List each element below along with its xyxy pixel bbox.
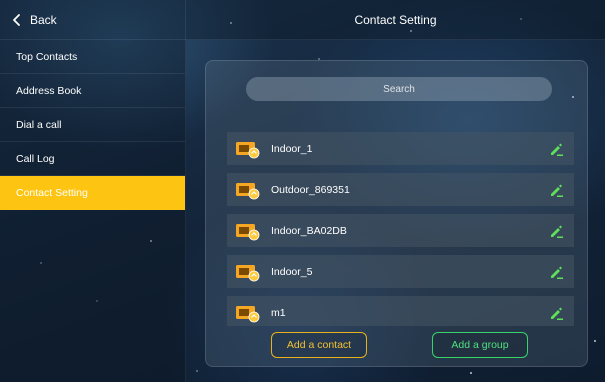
sidebar-item-dial-a-call[interactable]: Dial a call (0, 108, 185, 142)
contact-row[interactable]: Indoor_5 (227, 255, 574, 288)
contact-name: Indoor_BA02DB (271, 224, 347, 237)
top-bar: Back Contact Setting (0, 0, 605, 40)
add-contact-button[interactable]: Add a contact (271, 332, 367, 358)
edit-pencil-icon[interactable] (548, 264, 564, 280)
sidebar-item-contact-setting[interactable]: Contact Setting (0, 176, 185, 210)
contact-row[interactable]: Indoor_BA02DB (227, 214, 574, 247)
indoor-monitor-icon (236, 141, 260, 158)
sidebar: Top Contacts Address Book Dial a call Ca… (0, 40, 186, 382)
search-placeholder: Search (383, 83, 415, 95)
back-label: Back (30, 13, 57, 27)
contact-row[interactable]: Outdoor_869351 (227, 173, 574, 206)
contact-name: m1 (271, 306, 286, 319)
search-input[interactable]: Search (246, 77, 552, 101)
add-group-button[interactable]: Add a group (432, 332, 528, 358)
contact-settings-panel: Search Indoor_1 Outdoor_869351 Indoor_BA… (205, 60, 588, 367)
page-title: Contact Setting (354, 13, 437, 27)
contact-row[interactable]: m1 (227, 296, 574, 326)
contact-name: Indoor_5 (271, 265, 313, 278)
indoor-monitor-icon (236, 264, 260, 281)
edit-pencil-icon[interactable] (548, 223, 564, 239)
sidebar-item-top-contacts[interactable]: Top Contacts (0, 40, 185, 74)
contact-name: Indoor_1 (271, 142, 313, 155)
sidebar-item-call-log[interactable]: Call Log (0, 142, 185, 176)
edit-pencil-icon[interactable] (548, 182, 564, 198)
back-button[interactable]: Back (0, 0, 186, 40)
indoor-monitor-icon (236, 223, 260, 240)
contact-name: Outdoor_869351 (271, 183, 350, 196)
contact-row[interactable]: Indoor_1 (227, 132, 574, 165)
edit-pencil-icon[interactable] (548, 305, 564, 321)
indoor-monitor-icon (236, 182, 260, 199)
indoor-monitor-icon (236, 305, 260, 322)
sidebar-item-address-book[interactable]: Address Book (0, 74, 185, 108)
contact-list: Indoor_1 Outdoor_869351 Indoor_BA02DB In… (227, 132, 574, 326)
chevron-left-icon (13, 14, 20, 26)
edit-pencil-icon[interactable] (548, 141, 564, 157)
